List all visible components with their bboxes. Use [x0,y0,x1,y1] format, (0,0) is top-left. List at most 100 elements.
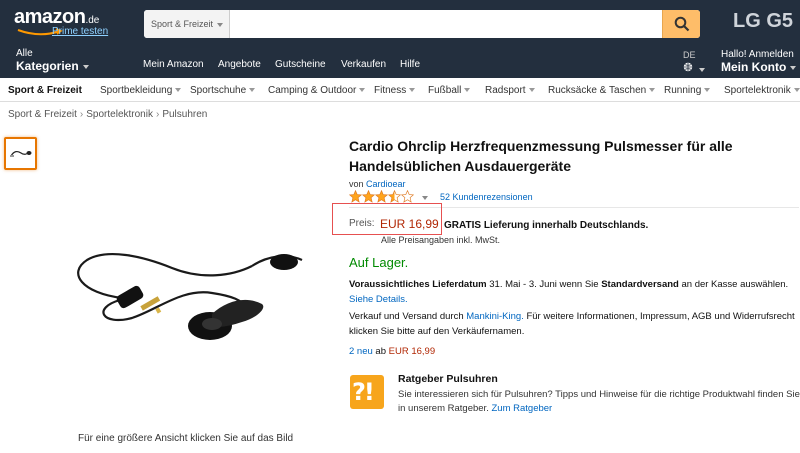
earclip-thumbnail-image [10,150,32,157]
breadcrumb-link[interactable]: Sportelektronik [86,109,153,120]
chevron-down-icon [175,88,182,93]
star-full-icon [349,190,362,203]
logo-wordmark: amazon [14,6,86,28]
subnav-item-camping-outdoor[interactable]: Camping & Outdoor [268,85,366,96]
subnav-item-sportbekleidung[interactable]: Sportbekleidung [100,85,182,96]
delivery-info: Voraussichtliches Lieferdatum 31. Mai - … [349,277,799,307]
all-categories-line2: Kategorien [16,59,79,73]
free-shipping-note: GRATIS Lieferung innerhalb Deutschlands. [444,220,649,231]
chevron-down-icon [704,88,711,93]
subnav-item-label: Fußball [428,85,462,96]
star-half-icon [388,190,401,203]
guide-text: Sie interessieren sich für Pulsuhren? Ti… [398,389,800,414]
nav-link-angebote[interactable]: Angebote [218,59,261,70]
guide-icon-label: ?! [352,378,375,406]
star-full-icon [362,190,375,203]
search-icon [674,16,690,32]
stock-status: Auf Lager. [349,255,409,270]
seller-link[interactable]: Mankini-King. [466,311,524,322]
subnav-item-label: Sportelektronik [724,85,791,96]
product-title: Cardio Ohrclip Herzfrequenzmessung Pulsm… [349,138,733,174]
guide-icon: ?! [350,375,384,409]
new-offers-price: EUR 16,99 [388,346,436,357]
subnav-item-radsport[interactable]: Radsport [485,85,535,96]
chevron-down-icon [790,65,797,70]
chevron-down-icon [359,88,366,93]
brand-link[interactable]: Cardioear [366,179,406,189]
new-offers: 2 neu ab EUR 16,99 [349,346,435,357]
image-caption: Für eine größere Ansicht klicken Sie auf… [78,433,294,444]
product-image[interactable] [62,238,312,348]
header-top-bar: amazon.de Prime testen Sport & Freizeit … [0,0,800,44]
category-subnav: Sport & Freizeit Sportbekleidung Sportsc… [0,78,800,102]
account-menu[interactable]: Hallo! Anmelden Mein Konto [721,48,797,74]
delivery-dates: 31. Mai - 3. Juni wenn Sie [489,279,599,290]
account-label: Mein Konto [721,60,787,74]
new-offers-mid: ab [375,346,386,357]
chevron-down-icon [699,67,705,72]
breadcrumb-separator-icon: › [79,109,84,120]
chevron-down-icon [422,196,428,200]
subnav-item-fitness[interactable]: Fitness [374,85,416,96]
nav-link-gutscheine[interactable]: Gutscheine [275,59,326,70]
reviews-link[interactable]: 52 Kundenrezensionen [440,192,533,202]
nav-link-verkaufen[interactable]: Verkaufen [341,59,386,70]
chevron-down-icon [793,88,800,93]
language-selector[interactable]: DE [683,49,705,76]
all-categories-menu[interactable]: Alle Kategorien [16,47,89,73]
header-ad-banner[interactable]: LG G5 [733,10,793,33]
search-bar: Sport & Freizeit [144,10,700,38]
chevron-down-icon [217,22,224,27]
guide-title: Ratgeber Pulsuhren [398,373,498,385]
subnav-item-label: Sportbekleidung [100,85,173,96]
product-brand-line: von Cardioear [349,179,406,189]
breadcrumb-link[interactable]: Pulsuhren [162,109,207,120]
chevron-down-icon [649,88,656,93]
subnav-item-label: Radsport [485,85,526,96]
price-value: EUR 16,99 [380,217,439,231]
new-offers-link[interactable]: 2 neu [349,346,373,357]
subnav-item-label: Rucksäcke & Taschen [548,85,647,96]
subnav-item-sportschuhe[interactable]: Sportschuhe [190,85,256,96]
search-input[interactable] [230,10,662,38]
subnav-item-sportelektronik[interactable]: Sportelektronik [724,85,800,96]
guide-link[interactable]: Zum Ratgeber [491,403,552,414]
subnav-item-rucksaecke-taschen[interactable]: Rucksäcke & Taschen [548,85,656,96]
globe-icon [683,62,693,72]
brand-prefix: von [349,179,364,189]
star-full-icon [375,190,388,203]
subnav-item-running[interactable]: Running [664,85,711,96]
product-thumbnail[interactable] [4,137,37,170]
chevron-down-icon [249,88,256,93]
subnav-item-label: Running [664,85,702,96]
nav-link-mein-amazon[interactable]: Mein Amazon [143,59,204,70]
breadcrumb-separator-icon: › [155,109,160,120]
seller-info: Verkauf und Versand durch Mankini-King. … [349,309,799,339]
subnav-item-label: Sport & Freizeit [8,85,82,96]
delivery-method: Standardversand [601,279,679,290]
subnav-item-sport-freizeit[interactable]: Sport & Freizeit [8,85,82,96]
subnav-item-label: Sportschuhe [190,85,247,96]
delivery-text: an der Kasse auswählen. [681,279,789,290]
chevron-down-icon [409,88,416,93]
chevron-down-icon [464,88,471,93]
prime-trial-link[interactable]: Prime testen [52,26,108,37]
nav-link-hilfe[interactable]: Hilfe [400,59,420,70]
search-category-label: Sport & Freizeit [151,19,214,29]
delivery-details-link[interactable]: Siehe Details. [349,294,408,305]
search-category-dropdown[interactable]: Sport & Freizeit [144,10,230,38]
delivery-label: Voraussichtliches Lieferdatum [349,279,487,290]
chevron-down-icon [82,64,89,69]
breadcrumb-link[interactable]: Sport & Freizeit [8,109,77,120]
subnav-item-label: Camping & Outdoor [268,85,357,96]
breadcrumb: Sport & Freizeit › Sportelektronik › Pulsuhr… [8,109,207,120]
language-code: DE [683,50,696,60]
chevron-down-icon [528,88,535,93]
vat-note: Alle Preisangaben inkl. MwSt. [381,235,501,245]
guide-text-block: Sie interessieren sich für Pulsuhren? Ti… [398,388,800,416]
seller-prefix: Verkauf und Versand durch [349,311,464,322]
subnav-item-label: Fitness [374,85,407,96]
subnav-item-fussball[interactable]: Fußball [428,85,471,96]
search-button[interactable] [662,10,700,38]
star-rating[interactable] [349,190,428,204]
